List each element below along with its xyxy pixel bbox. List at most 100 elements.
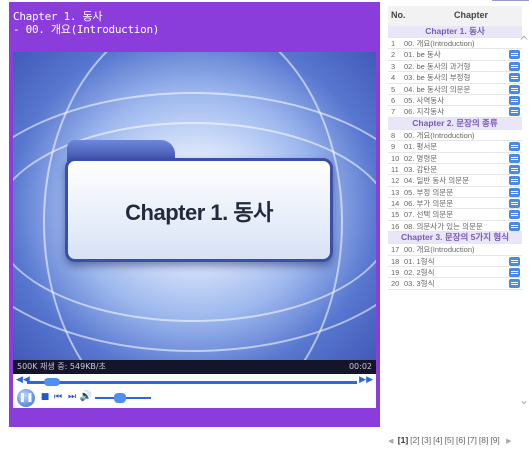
volume-icon[interactable]: 🔊 [79,388,93,406]
page-link[interactable]: [1] [398,435,408,445]
pause-button[interactable]: ❚❚ [17,389,35,407]
slide-card: Chapter 1. 동사 [65,158,333,262]
document-icon[interactable] [509,199,520,209]
seek-handle[interactable] [43,378,60,386]
lesson-row[interactable]: 6 05. 사역동사 [388,95,522,107]
lesson-title[interactable]: 04. be 동사의 의문문 [404,84,470,95]
lesson-title[interactable]: 02. 2형식 [404,267,434,278]
lesson-title[interactable]: 01. 평서문 [404,141,437,152]
next-page-icon[interactable]: ▶ [506,437,511,445]
lesson-number: 19 [391,268,400,278]
lesson-row[interactable]: 5 04. be 동사의 의문문 [388,84,522,95]
lesson-row[interactable]: 1 00. 개요(Introduction) [388,38,522,50]
column-header-chapter: Chapter [454,10,489,20]
list-top-divider [492,0,529,1]
previous-icon[interactable]: ⏮ [51,388,65,406]
scroll-up-icon[interactable]: ^ [519,34,529,48]
document-icon[interactable] [509,73,520,83]
lesson-row[interactable]: 17 00. 개요(Introduction) [388,244,522,256]
prev-page-icon[interactable]: ◀ [388,437,393,445]
column-header-no: No. [391,10,406,20]
stop-icon[interactable]: ■ [39,388,51,406]
lesson-row[interactable]: 8 00. 개요(Introduction) [388,130,522,142]
chapter-list: No. Chapter Chapter 1. 동사 1 00. 개요(Introdu… [388,0,529,430]
lesson-title[interactable]: 04. 일반 동사 의문문 [404,175,469,186]
lesson-title[interactable]: 06. 지각동사 [404,106,444,117]
next-icon[interactable]: ⏭ [65,388,79,406]
volume-handle[interactable] [114,393,127,403]
lesson-title[interactable]: 00. 개요(Introduction) [404,244,475,255]
lesson-row[interactable]: 16 08. 의문사가 있는 의문문 [388,221,522,233]
lesson-number: 11 [391,164,399,174]
page-links: [1] [2] [3] [4] [5] [6] [7] [8] [9] [398,435,502,445]
lesson-title[interactable]: 02. be 동사의 과거형 [404,61,470,72]
document-icon[interactable] [509,164,520,174]
lesson-row[interactable]: 9 01. 평서문 [388,141,522,153]
lesson-row[interactable]: 15 07. 선택 의문문 [388,209,522,221]
document-icon[interactable] [509,50,520,60]
document-icon[interactable] [509,153,520,163]
lesson-title[interactable]: 07. 선택 의문문 [404,209,453,220]
document-icon[interactable] [509,95,520,105]
chapter-section-header: Chapter 2. 문장의 종류 [388,117,522,130]
lesson-title[interactable]: 00. 개요(Introduction) [404,38,475,49]
lesson-row[interactable]: 10 02. 명령문 [388,153,522,164]
page-link[interactable]: [6] [456,435,465,445]
document-icon[interactable] [509,256,520,266]
page-link[interactable]: [7] [467,435,476,445]
video-screen[interactable]: Chapter 1. 동사 [13,52,376,372]
lesson-row[interactable]: 18 01. 1형식 [388,256,522,268]
lesson-title[interactable]: 08. 의문사가 있는 의문문 [404,221,483,232]
lesson-title[interactable]: 00. 개요(Introduction) [404,130,475,141]
document-icon[interactable] [509,61,520,71]
seek-forward-icon[interactable]: ▶▶ [359,375,373,385]
lesson-row[interactable]: 3 02. be 동사의 과거형 [388,61,522,73]
document-icon[interactable] [509,279,520,289]
lesson-title[interactable]: 01. 1형식 [404,256,434,267]
lesson-row[interactable]: 12 04. 일반 동사 의문문 [388,175,522,187]
lesson-row[interactable]: 7 06. 지각동사 [388,106,522,118]
lesson-row[interactable]: 13 05. 부정 의문문 [388,187,522,199]
playback-status: 500K 재생 중: 549KB/초 [17,362,106,371]
lesson-title[interactable]: 05. 사역동사 [404,95,444,106]
document-icon[interactable] [509,107,520,117]
lesson-number: 8 [391,130,396,140]
page-link[interactable]: [4] [433,435,442,445]
page-link[interactable]: [3] [422,435,431,445]
lesson-number: 17 [391,245,400,255]
document-icon[interactable] [509,210,520,220]
document-icon[interactable] [509,84,520,94]
list-header: No. Chapter [388,6,522,26]
lesson-number: 2 [391,50,396,60]
lesson-row[interactable]: 20 03. 3형식 [388,278,522,290]
playback-time: 00:02 [348,362,372,371]
scroll-down-icon[interactable]: ⌄ [519,393,529,407]
lesson-number: 4 [391,73,396,83]
page-link[interactable]: [8] [479,435,488,445]
lesson-row[interactable]: 4 03. be 동사의 부정형 [388,72,522,84]
lesson-title[interactable]: 03. be 동사의 부정형 [404,72,470,83]
lesson-title[interactable]: 03. 3형식 [404,278,434,289]
lesson-title[interactable]: 01. be 동사 [404,49,441,60]
lesson-title[interactable]: 02. 명령문 [404,153,437,164]
lesson-row[interactable]: 11 03. 감탄문 [388,164,522,176]
lesson-number: 18 [391,256,400,266]
document-icon[interactable] [509,268,520,278]
lesson-title[interactable]: 05. 부정 의문문 [404,187,453,198]
document-icon[interactable] [509,221,520,231]
page-link[interactable]: [9] [490,435,499,445]
lesson-row[interactable]: 19 02. 2형식 [388,267,522,279]
page-link[interactable]: [2] [410,435,419,445]
lesson-title: Chapter 1. 동사 - 00. 개요(Introduction) [13,10,373,36]
document-icon[interactable] [509,187,520,197]
seek-track[interactable] [27,381,357,384]
video-player: Chapter 1. 동사 - 00. 개요(Introduction) Cha… [9,2,380,427]
lesson-row[interactable]: 2 01. be 동사 [388,49,522,61]
lesson-title[interactable]: 06. 부가 의문문 [404,198,453,209]
seek-bar[interactable]: ◀◀ ▶▶ [13,375,376,387]
document-icon[interactable] [509,176,520,186]
lesson-title[interactable]: 03. 감탄문 [404,164,437,175]
document-icon[interactable] [509,142,520,152]
page-link[interactable]: [5] [445,435,454,445]
lesson-row[interactable]: 14 06. 부가 의문문 [388,198,522,210]
